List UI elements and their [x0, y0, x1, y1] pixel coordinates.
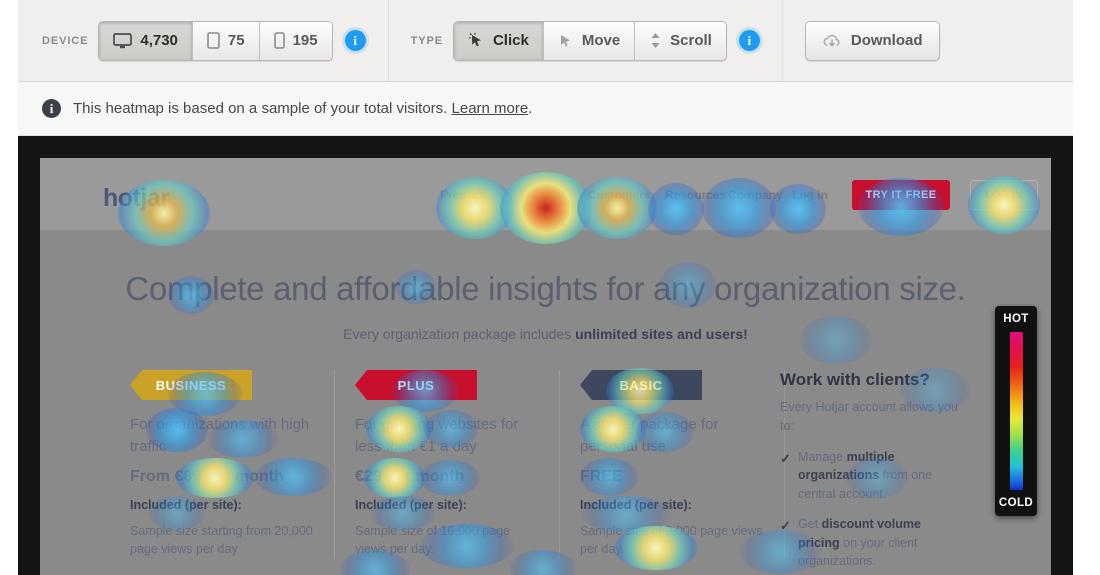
- pricing-cards: BUSINESS For organizations with high tra…: [130, 370, 805, 559]
- site-nav-item-3[interactable]: Resources: [665, 188, 726, 202]
- type-option-scroll[interactable]: Scroll: [635, 21, 726, 60]
- device-option-tablet[interactable]: 75: [192, 21, 260, 60]
- benefit-pre: Manage: [798, 449, 847, 464]
- type-option-move[interactable]: Move: [543, 21, 636, 60]
- pricing-description: For growing websites for less than €1 a …: [355, 416, 519, 455]
- sample-banner: i This heatmap is based on a sample of y…: [18, 82, 1073, 136]
- pricing-price: FREE: [580, 467, 623, 485]
- tablet-icon: [207, 32, 220, 49]
- pricing-badge: PLUS: [355, 370, 477, 400]
- device-filter-label: DEVICE: [42, 34, 89, 47]
- check-icon: ✓: [780, 517, 791, 533]
- site-nav-item-1[interactable]: Pricing: [520, 188, 561, 202]
- device-option-phone[interactable]: 195: [259, 21, 332, 60]
- device-info-icon[interactable]: i: [344, 30, 366, 51]
- site-nav-item-5[interactable]: Log in: [792, 188, 828, 202]
- toolbar-divider-1: [387, 0, 389, 82]
- site-nav-item-0[interactable]: Product: [440, 188, 485, 202]
- list-item: ✓ Manage multiple organizations from one …: [780, 448, 965, 504]
- pricing-included-label: Included (per site):: [130, 497, 242, 512]
- hero-sub-bold: unlimited sites and users!: [575, 326, 748, 342]
- cloud-download-icon: [822, 33, 842, 49]
- legend-cold-label: COLD: [998, 497, 1034, 509]
- type-filter-label: TYPE: [410, 34, 443, 47]
- type-scroll-label: Scroll: [670, 32, 712, 49]
- check-icon: ✓: [780, 450, 791, 466]
- pricing-card: BUSINESS For organizations with high tra…: [130, 370, 335, 559]
- site-navbar: hotjar Product Pricing Customers Resourc…: [40, 158, 1051, 231]
- clients-intro: Every Hotjar account allows you to:: [780, 400, 958, 433]
- pricing-note: Sample size of 10,000 page views per day…: [355, 523, 510, 557]
- click-icon: [468, 32, 485, 49]
- device-option-desktop[interactable]: 4,730: [99, 21, 193, 60]
- download-button[interactable]: Download: [804, 20, 940, 61]
- site-cta-login[interactable]: LOG IN: [970, 180, 1038, 210]
- pricing-description: For organizations with high traffic: [130, 416, 310, 455]
- legend-hot-label: HOT: [1003, 313, 1029, 325]
- pricing-price: €29 per month: [355, 467, 465, 485]
- type-click-label: Click: [492, 32, 529, 49]
- heat-legend: HOT COLD: [995, 306, 1037, 516]
- device-filter-group: DEVICE 4,730 75 195 i: [42, 0, 366, 81]
- desktop-icon: [113, 32, 133, 49]
- type-segmented-control[interactable]: Click Move Scroll: [452, 20, 727, 61]
- toolbar: DEVICE 4,730 75 195 i TYPE Click Move Sc…: [18, 0, 1073, 82]
- site-nav-item-2[interactable]: Customers: [588, 188, 651, 202]
- pricing-included-label: Included (per site):: [580, 497, 692, 512]
- pricing-note: Sample size of 2,000 page views per day.: [580, 523, 763, 557]
- move-icon: [558, 33, 574, 49]
- info-icon: i: [42, 99, 61, 118]
- pricing-included-label: Included (per site):: [355, 497, 467, 512]
- pricing-card: PLUS For growing websites for less than …: [355, 370, 560, 559]
- pricing-description: A starter package for personal use: [580, 416, 719, 455]
- toolbar-divider-2: [781, 0, 783, 82]
- type-filter-group: TYPE Click Move Scroll i: [411, 0, 760, 81]
- device-tablet-count: 75: [227, 32, 245, 49]
- device-segmented-control[interactable]: 4,730 75 195: [98, 20, 333, 61]
- hero-subheadline: Every organization package includes unli…: [40, 326, 1051, 342]
- heatmap-app: DEVICE 4,730 75 195 i TYPE Click Move Sc…: [0, 0, 1100, 575]
- device-desktop-count: 4,730: [140, 32, 178, 49]
- heatmap-page-capture[interactable]: hotjar Product Pricing Customers Resourc…: [40, 158, 1051, 575]
- type-option-click[interactable]: Click: [453, 21, 544, 60]
- pricing-badge: BASIC: [580, 370, 702, 400]
- legend-gradient-bar: [1009, 332, 1023, 490]
- type-info-icon[interactable]: i: [738, 30, 760, 51]
- hero-sub-prefix: Every organization package includes: [343, 326, 576, 342]
- learn-more-link[interactable]: Learn more: [452, 100, 529, 117]
- list-item: ✓ Get discount volume pricing on your cli…: [780, 515, 965, 571]
- clients-benefit-list: ✓ Manage multiple organizations from one …: [780, 448, 965, 572]
- clients-section: Work with clients? Every Hotjar account …: [780, 370, 965, 575]
- site-logo: hotjar: [103, 184, 170, 212]
- pricing-badge: BUSINESS: [130, 370, 252, 400]
- site-nav-item-4[interactable]: Company: [728, 188, 783, 202]
- type-move-label: Move: [581, 32, 621, 49]
- device-phone-count: 195: [292, 32, 318, 49]
- sample-banner-text: This heatmap is based on a sample of you…: [73, 100, 532, 117]
- phone-icon: [273, 32, 285, 49]
- site-cta-try-free[interactable]: TRY IT FREE: [852, 180, 950, 210]
- pricing-price: From €89 per month: [130, 467, 284, 485]
- banner-message: This heatmap is based on a sample of you…: [73, 100, 452, 117]
- download-button-label: Download: [850, 32, 923, 49]
- clients-title: Work with clients?: [780, 370, 930, 389]
- pricing-card: BASIC A starter package for personal use…: [580, 370, 785, 559]
- hero-headline: Complete and affordable insights for any…: [125, 270, 966, 307]
- pricing-note: Sample size starting from 20,000 page vi…: [130, 523, 313, 557]
- banner-suffix: .: [528, 100, 533, 117]
- heatmap-viewport-frame: hotjar Product Pricing Customers Resourc…: [18, 136, 1073, 575]
- benefit-pre: Get: [798, 516, 822, 531]
- scroll-icon: [649, 32, 662, 49]
